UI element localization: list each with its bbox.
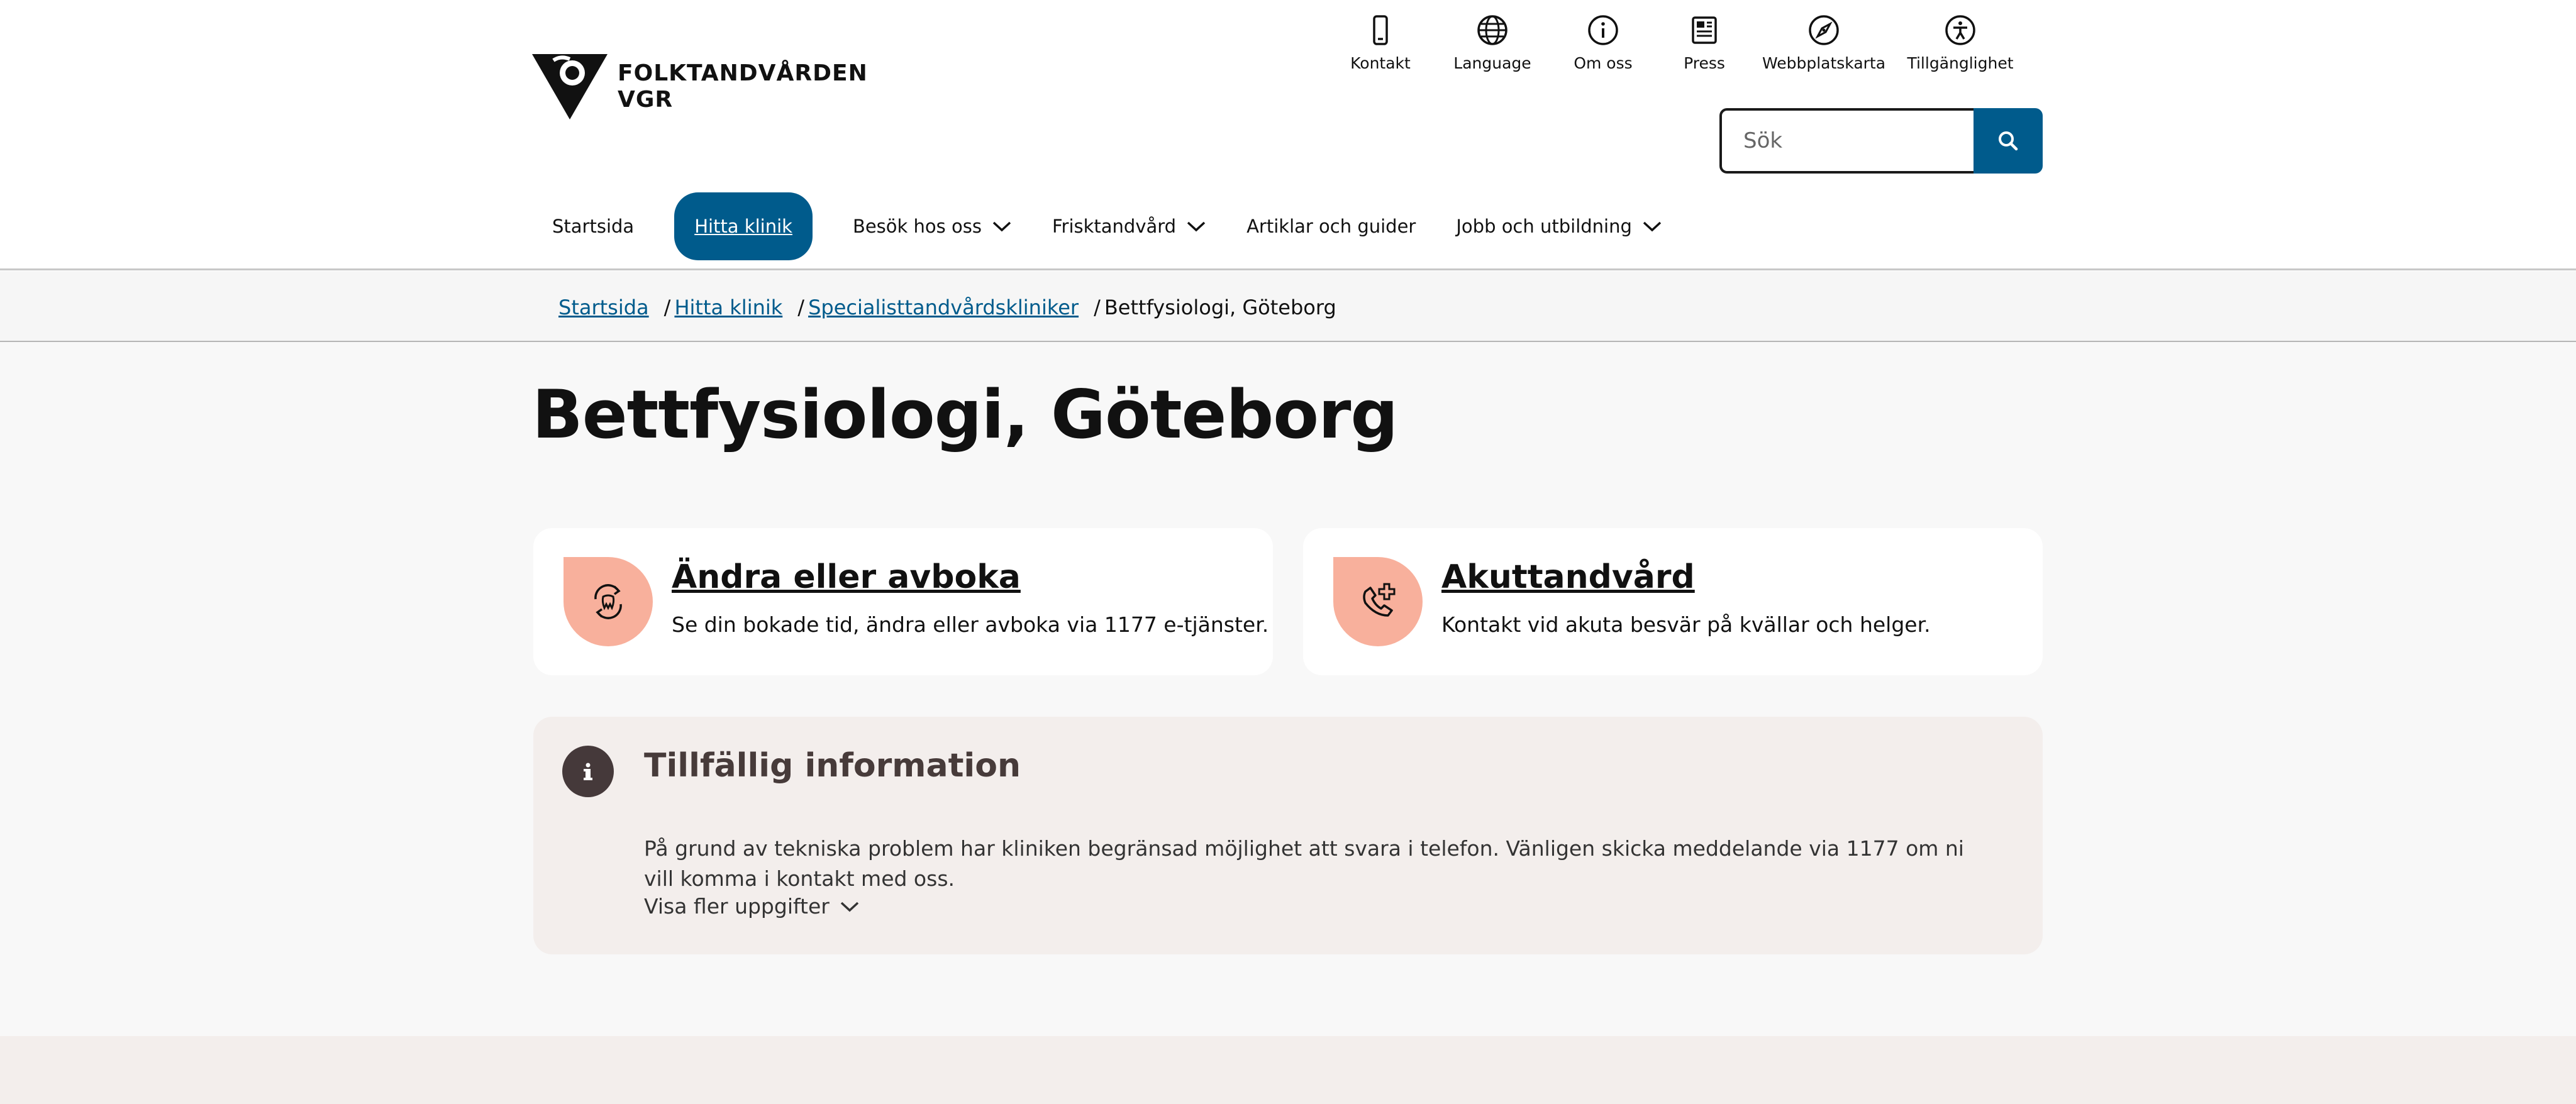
breadcrumb-separator: /	[1094, 295, 1101, 319]
chevron-down-icon	[1643, 221, 1662, 232]
util-language[interactable]: Language	[1440, 13, 1545, 72]
card-description: Kontakt vid akuta besvär på kvällar och …	[1441, 612, 1931, 637]
nav-startsida[interactable]: Startsida	[532, 192, 654, 260]
breadcrumb-separator: /	[663, 295, 671, 319]
card-icon-wrap	[564, 557, 653, 646]
phone-icon	[1373, 15, 1388, 45]
util-press[interactable]: Press	[1662, 13, 1747, 72]
util-om-oss[interactable]: Om oss	[1545, 13, 1662, 72]
util-om-oss-label: Om oss	[1574, 54, 1633, 72]
page-title: Bettfysiologi, Göteborg	[532, 376, 1398, 453]
card-description: Se din bokade tid, ändra eller avboka vi…	[672, 612, 1269, 637]
breadcrumb-bar: Startsida / Hitta klinik / Specialisttan…	[0, 272, 2576, 342]
nav-jobb-label: Jobb och utbildning	[1456, 216, 1632, 237]
show-more-label: Visa fler uppgifter	[644, 894, 830, 919]
card-icon-wrap	[1333, 557, 1423, 646]
util-language-label: Language	[1453, 54, 1531, 72]
chevron-down-icon	[992, 221, 1011, 232]
breadcrumb-separator: /	[797, 295, 805, 319]
compass-icon	[1809, 15, 1839, 45]
site-logo[interactable]: FOLKTANDVÅRDEN VGR	[532, 54, 868, 119]
breadcrumb-current: Bettfysiologi, Göteborg	[1104, 295, 1336, 319]
breadcrumb-startsida[interactable]: Startsida	[558, 295, 649, 319]
info-text: På grund av tekniska problem har klinike…	[644, 836, 1964, 891]
card-title[interactable]: Akuttandvård	[1441, 558, 1695, 596]
nav-hitta-klinik[interactable]: Hitta klinik	[674, 192, 813, 260]
footer-band	[0, 1036, 2576, 1104]
logo-text-line2: VGR	[618, 87, 674, 113]
card-andra-eller-avboka[interactable]: Ändra eller avboka Se din bokade tid, än…	[533, 528, 1273, 675]
chevron-down-icon	[840, 902, 859, 912]
nav-jobb-och-utbildning[interactable]: Jobb och utbildning	[1436, 192, 1682, 260]
site-header: FOLKTANDVÅRDEN VGR Kontakt Language Om o…	[0, 0, 2576, 270]
nav-artiklar-och-guider[interactable]: Artiklar och guider	[1226, 192, 1436, 260]
util-webbplatskarta-label: Webbplatskarta	[1762, 54, 1886, 72]
info-circle-icon	[1588, 15, 1618, 45]
card-title[interactable]: Ändra eller avboka	[672, 558, 1021, 596]
search-input[interactable]	[1719, 108, 1974, 174]
info-box: Tillfällig information På grund av tekni…	[533, 717, 2043, 954]
logo-text-line1: FOLKTANDVÅRDEN	[618, 60, 868, 86]
search-form	[1719, 108, 2043, 174]
info-icon	[562, 746, 614, 797]
newspaper-icon	[1692, 16, 1717, 44]
globe-icon	[1477, 15, 1507, 45]
breadcrumb-specialisttandvardskliniker[interactable]: Specialisttandvårdskliniker	[808, 295, 1079, 319]
util-kontakt[interactable]: Kontakt	[1321, 13, 1440, 72]
accessibility-icon	[1945, 15, 1975, 45]
phone-plus-icon	[1363, 583, 1396, 617]
show-more-button[interactable]: Visa fler uppgifter	[644, 894, 860, 919]
util-kontakt-label: Kontakt	[1350, 54, 1411, 72]
nav-startsida-label: Startsida	[552, 216, 635, 237]
nav-besok-hos-oss[interactable]: Besök hos oss	[833, 192, 1032, 260]
nav-besok-hos-oss-label: Besök hos oss	[852, 216, 982, 237]
nav-artiklar-label: Artiklar och guider	[1246, 216, 1416, 237]
nav-frisktandvard[interactable]: Frisktandvård	[1032, 192, 1226, 260]
tooth-refresh-icon	[594, 584, 622, 619]
breadcrumb-hitta-klinik[interactable]: Hitta klinik	[674, 295, 782, 319]
search-button[interactable]	[1974, 108, 2043, 174]
logo-mark-icon	[532, 54, 608, 119]
main-nav: Startsida Hitta klinik Besök hos oss Fri…	[532, 192, 1682, 260]
breadcrumb: Startsida / Hitta klinik / Specialisttan…	[558, 272, 1336, 342]
search-icon	[1999, 131, 2018, 151]
util-webbplatskarta[interactable]: Webbplatskarta	[1747, 13, 1901, 72]
card-akuttandvard[interactable]: Akuttandvård Kontakt vid akuta besvär på…	[1303, 528, 2043, 675]
nav-frisktandvard-label: Frisktandvård	[1052, 216, 1177, 237]
utility-nav: Kontakt Language Om oss Press Webbplatsk…	[1321, 13, 2020, 72]
info-title: Tillfällig information	[644, 747, 1021, 785]
nav-hitta-klinik-label: Hitta klinik	[694, 216, 792, 237]
util-tillganglighet[interactable]: Tillgänglighet	[1901, 13, 2020, 72]
util-tillganglighet-label: Tillgänglighet	[1907, 54, 2014, 72]
chevron-down-icon	[1187, 221, 1206, 232]
util-press-label: Press	[1684, 54, 1725, 72]
